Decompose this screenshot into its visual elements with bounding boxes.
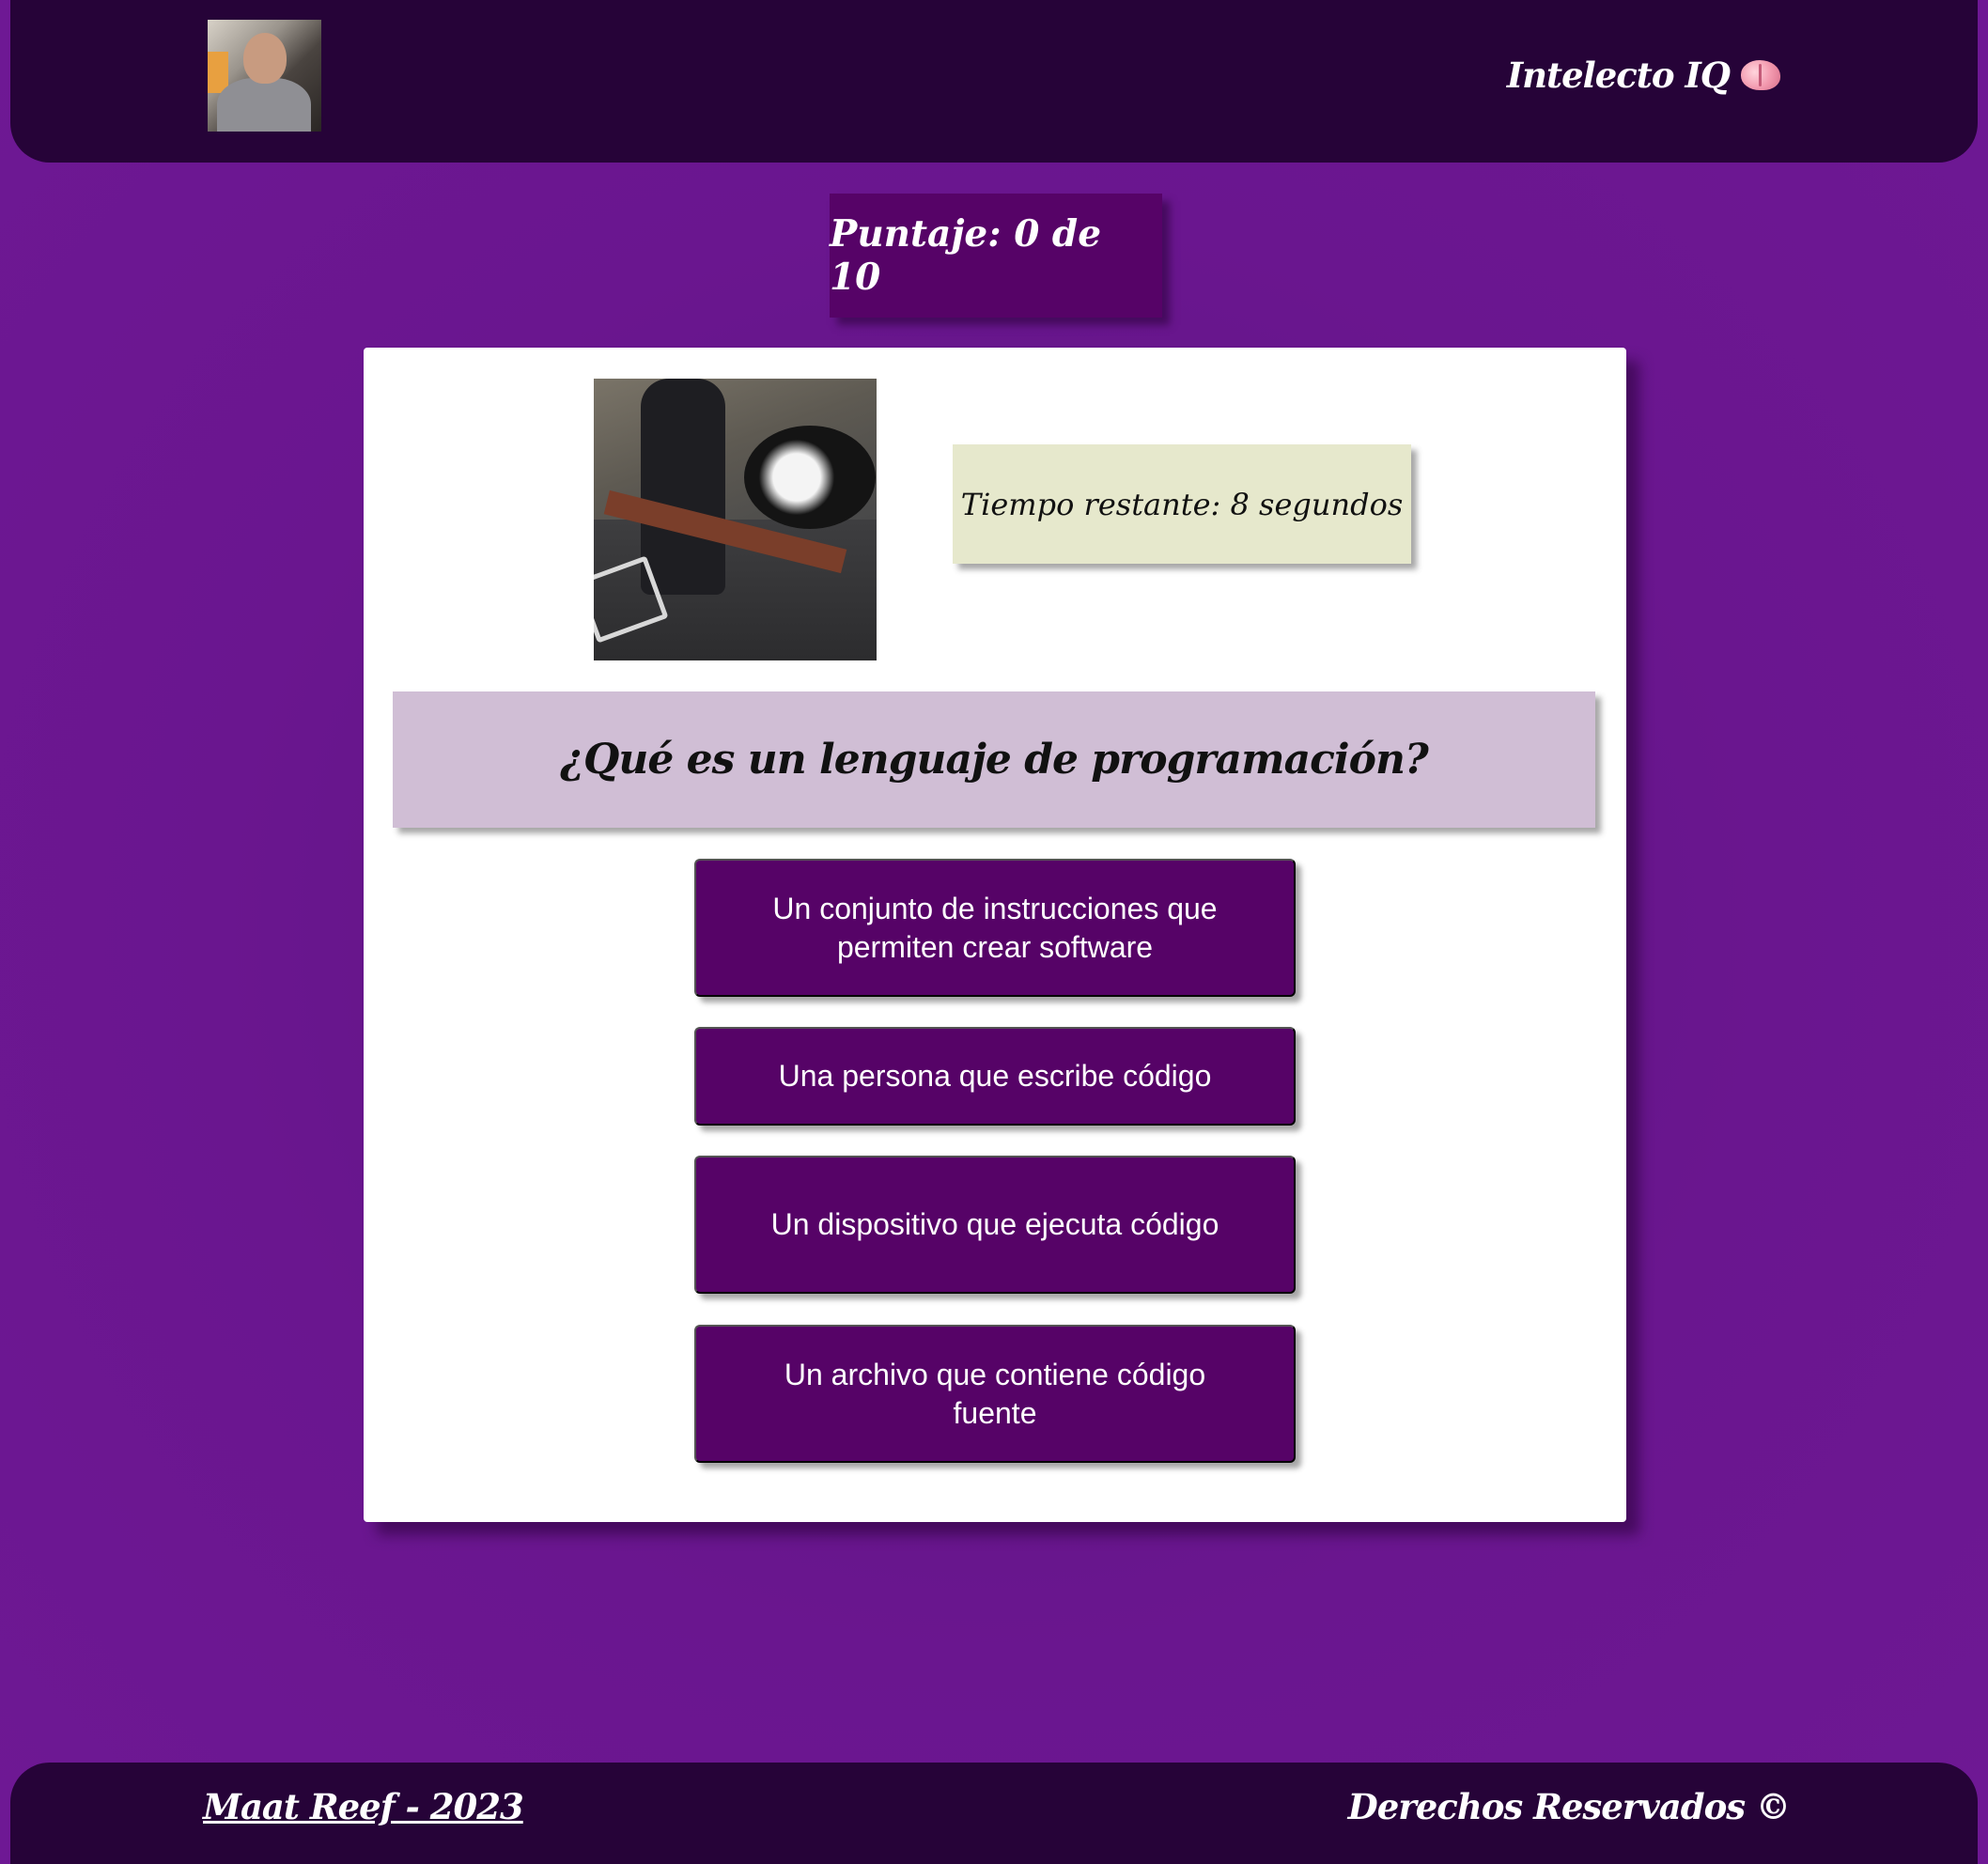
quiz-card: Tiempo restante: 8 segundos ¿Qué es un l… bbox=[364, 348, 1626, 1522]
answer-button-3[interactable]: Un dispositivo que ejecuta código bbox=[694, 1156, 1296, 1294]
user-avatar[interactable] bbox=[208, 20, 321, 132]
header-bar: Intelecto IQ bbox=[10, 0, 1978, 163]
avatar-head bbox=[243, 33, 287, 84]
question-text: ¿Qué es un lenguaje de programación? bbox=[393, 691, 1595, 828]
brain-icon bbox=[1741, 60, 1780, 90]
brand-text: Intelecto IQ bbox=[1506, 54, 1731, 96]
photo-person bbox=[641, 379, 725, 595]
copyright-text: Derechos Reservados © bbox=[1347, 1786, 1791, 1827]
answer-button-1[interactable]: Un conjunto de instrucciones que permite… bbox=[694, 859, 1296, 997]
author-link[interactable]: Maat Reef - 2023 bbox=[203, 1786, 524, 1827]
footer-bar: Maat Reef - 2023 Derechos Reservados © bbox=[10, 1763, 1978, 1864]
brand-title[interactable]: Intelecto IQ bbox=[1507, 54, 1780, 96]
timer-display: Tiempo restante: 8 segundos bbox=[953, 444, 1411, 564]
score-display: Puntaje: 0 de 10 bbox=[830, 194, 1162, 318]
avatar-body bbox=[217, 78, 311, 132]
answer-button-2[interactable]: Una persona que escribe código bbox=[694, 1027, 1296, 1126]
question-image bbox=[594, 379, 877, 660]
photo-dog bbox=[744, 426, 876, 529]
answer-button-4[interactable]: Un archivo que contiene código fuente bbox=[694, 1325, 1296, 1463]
